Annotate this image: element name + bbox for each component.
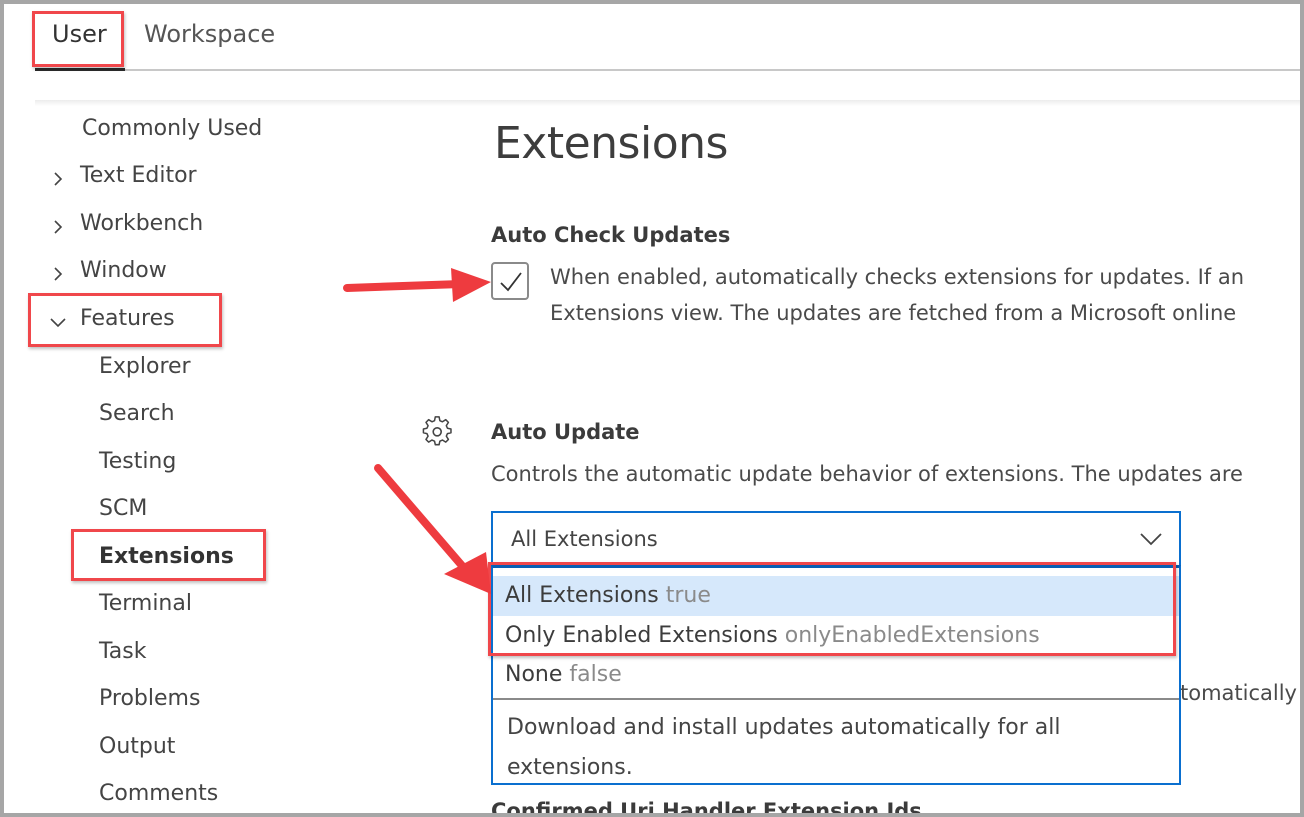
option-label: None xyxy=(505,662,563,687)
setting-description-auto-update: Controls the automatic update behavior o… xyxy=(491,462,1243,486)
dropdown-option-all-extensions[interactable]: All Extensions true xyxy=(493,576,1179,616)
toc-item-comments[interactable]: Comments xyxy=(99,781,218,806)
toc-item-task[interactable]: Task xyxy=(99,639,146,664)
auto-update-dropdown-list: All Extensions true Only Enabled Extensi… xyxy=(491,565,1181,785)
toc-item-label: Problems xyxy=(99,686,201,711)
option-label: Only Enabled Extensions xyxy=(505,623,778,648)
setting-description-auto-check-updates-line2: Extensions view. The updates are fetched… xyxy=(550,301,1237,325)
toc-item-scm[interactable]: SCM xyxy=(99,496,147,521)
toc-item-testing[interactable]: Testing xyxy=(99,449,176,474)
toc-item-features[interactable]: Features xyxy=(50,306,175,331)
settings-window: User Workspace Commonly Used Text Editor… xyxy=(4,4,1300,813)
dropdown-option-only-enabled-extensions[interactable]: Only Enabled Extensions onlyEnabledExten… xyxy=(493,616,1179,656)
toc-item-text-editor[interactable]: Text Editor xyxy=(50,163,197,188)
dropdown-option-description: Download and install updates automatical… xyxy=(507,715,1061,780)
obscured-description-text: tomatically xyxy=(1180,681,1297,705)
toc-item-label: Explorer xyxy=(99,354,191,379)
gear-icon[interactable] xyxy=(422,416,454,452)
toc-item-workbench[interactable]: Workbench xyxy=(50,211,203,236)
annotation-arrow-checkbox xyxy=(343,268,491,302)
toc-item-label: SCM xyxy=(99,496,148,521)
toc-item-label: Output xyxy=(99,734,176,759)
toc-item-extensions[interactable]: Extensions xyxy=(99,544,234,569)
setting-title-auto-check-updates: Auto Check Updates xyxy=(491,223,731,247)
setting-description-auto-check-updates-line1: When enabled, automatically checks exten… xyxy=(550,265,1245,289)
toc-item-output[interactable]: Output xyxy=(99,734,175,759)
toc-item-label: Commonly Used xyxy=(82,116,263,141)
dropdown-divider xyxy=(493,698,1179,700)
setting-title-auto-update: Auto Update xyxy=(491,420,640,444)
dropdown-option-none[interactable]: None false xyxy=(493,655,1179,695)
option-value: false xyxy=(569,662,622,687)
page-title: Extensions xyxy=(494,118,728,169)
auto-update-selected-value: All Extensions xyxy=(511,527,658,551)
checkmark-icon xyxy=(500,272,522,292)
option-label: All Extensions xyxy=(505,583,659,608)
chevron-right-icon xyxy=(50,168,66,186)
annotation-arrow-dropdown xyxy=(374,464,491,594)
option-value: onlyEnabledExtensions xyxy=(784,623,1040,648)
toc-item-commonly-used[interactable]: Commonly Used xyxy=(82,116,262,141)
toc-item-window[interactable]: Window xyxy=(50,258,167,283)
tabs-divider xyxy=(35,69,1300,71)
active-tab-indicator xyxy=(35,68,125,71)
toc-item-search[interactable]: Search xyxy=(99,401,175,426)
chevron-down-icon xyxy=(1139,531,1163,551)
toc-item-label: Testing xyxy=(99,449,177,474)
toc-item-label: Workbench xyxy=(80,211,204,236)
settings-scope-tabs: User Workspace xyxy=(4,4,1300,71)
option-value: true xyxy=(665,583,711,608)
toc-item-label: Comments xyxy=(99,781,219,806)
tab-user[interactable]: User xyxy=(52,20,107,48)
toc-item-label: Text Editor xyxy=(80,163,197,188)
chevron-right-icon xyxy=(50,263,66,281)
toc-item-label: Extensions xyxy=(99,544,234,569)
auto-check-updates-checkbox[interactable] xyxy=(491,262,529,300)
toc-item-terminal[interactable]: Terminal xyxy=(99,591,192,616)
chevron-right-icon xyxy=(50,216,66,234)
toc-item-label: Search xyxy=(99,401,175,426)
setting-title-confirmed-uri-handler: Confirmed Uri Handler Extension Ids xyxy=(491,799,922,813)
auto-update-select[interactable]: All Extensions xyxy=(491,511,1181,567)
header-shadow xyxy=(35,100,1300,106)
toc-item-label: Window xyxy=(80,258,167,283)
toc-item-label: Features xyxy=(80,306,175,331)
toc-item-explorer[interactable]: Explorer xyxy=(99,354,191,379)
toc-item-problems[interactable]: Problems xyxy=(99,686,200,711)
tab-workspace[interactable]: Workspace xyxy=(144,20,275,48)
toc-item-label: Task xyxy=(99,639,147,664)
toc-item-label: Terminal xyxy=(99,591,192,616)
chevron-down-icon xyxy=(50,311,66,327)
